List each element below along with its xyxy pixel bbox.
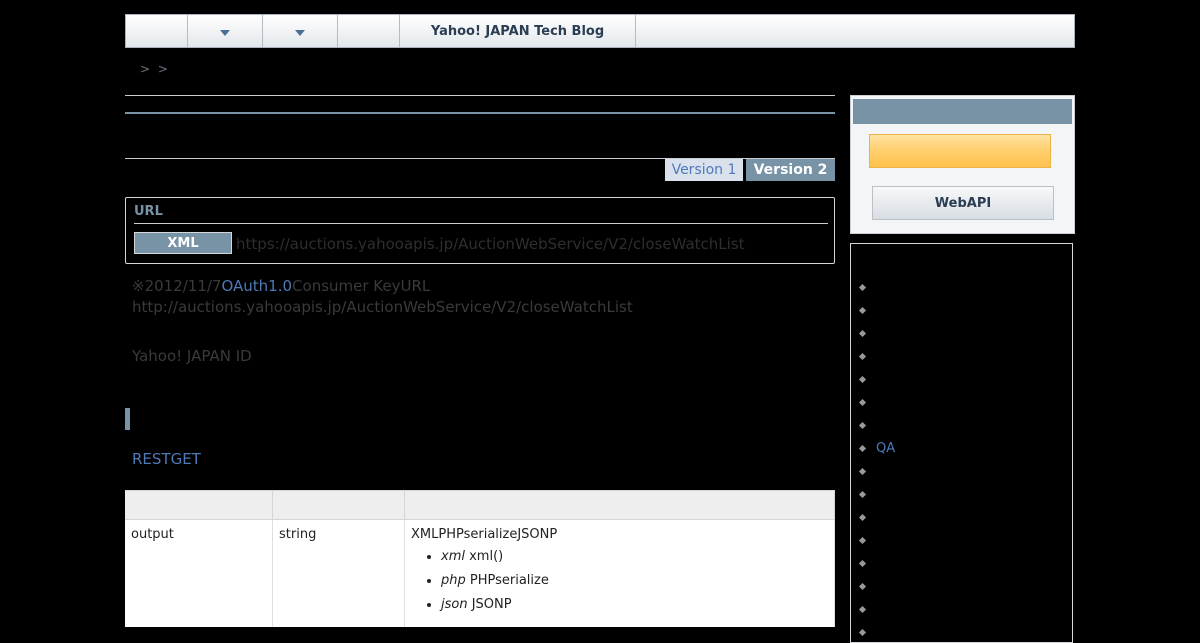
bullet-icon [858,398,867,406]
request-url: https://auctions.yahooapis.jp/AuctionWeb… [236,235,745,253]
option-key: xml [441,549,465,564]
tab-version-1[interactable]: Version 1 [665,159,743,181]
param-name: output [125,519,273,627]
bullet-icon [858,329,867,337]
sidebar-item[interactable] [858,415,876,435]
sidebar-item-qa[interactable]: QA [858,438,896,458]
table-header-cell [272,490,405,520]
yahoo-id-note: Yahoo! JAPAN ID [132,347,252,365]
sidebar-item[interactable] [858,277,876,297]
bullet-icon [858,283,867,291]
url-box-label: URL [134,204,163,219]
nav-item-tech-blog[interactable]: Yahoo! JAPAN Tech Blog [400,15,636,47]
bullet-icon [858,490,867,498]
chevron-down-icon [220,30,230,36]
page-title-underline [125,112,835,114]
list-item: json JSONP [441,596,828,613]
sidebar-item[interactable] [858,369,876,389]
nav-item-blank[interactable] [338,15,400,47]
bullet-icon [858,513,867,521]
nav-dropdown-2[interactable] [263,15,338,47]
bullet-icon [858,559,867,567]
sidebar-item[interactable] [858,576,876,596]
nav-dropdown-1[interactable] [188,15,263,47]
notice-date: ※2012/11/7 [132,277,222,295]
request-url-box: URL XML https://auctions.yahooapis.jp/Au… [125,197,835,264]
notice-text: Consumer KeyURL [292,277,431,295]
bullet-icon [858,536,867,544]
nav-item-home[interactable] [126,15,188,47]
sidebar-item[interactable] [858,346,876,366]
sidebar-item[interactable] [858,530,876,550]
bullet-icon [858,306,867,314]
section-heading-marker [125,408,130,430]
option-text: JSONP [471,597,512,612]
bullet-icon [858,582,867,590]
tab-version-2[interactable]: Version 2 [746,159,835,181]
option-key: json [441,597,468,612]
sidebar-panel: WebAPI [850,95,1075,234]
sidebar-item[interactable] [858,484,876,504]
option-text: xml() [469,549,504,564]
sidebar-item[interactable] [858,392,876,412]
sidebar-item[interactable] [858,461,876,481]
parameter-table: output string XMLPHPserializeJSONP xml x… [125,490,835,627]
top-navigation: Yahoo! JAPAN Tech Blog [125,14,1075,48]
webapi-button[interactable]: WebAPI [872,186,1054,220]
bullet-icon [858,375,867,383]
table-header-cell [404,490,835,520]
format-badge-xml: XML [134,232,232,254]
sidebar-panel-header [853,99,1072,124]
bullet-icon [858,467,867,475]
option-list: xml xml() php PHPserialize json JSONP [411,548,828,613]
oauth-link[interactable]: OAuth1.0 [221,277,292,295]
sidebar-item[interactable] [858,300,876,320]
bullet-icon [858,421,867,429]
option-key: php [441,573,466,588]
param-type: string [272,519,405,627]
option-text: PHPserialize [469,573,549,588]
sidebar-item[interactable] [858,507,876,527]
divider [134,223,828,224]
sidebar-item[interactable] [858,622,876,642]
bullet-icon [858,444,867,452]
bullet-icon [858,605,867,613]
primary-action-button[interactable] [869,134,1051,168]
sidebar-link-list: QA [850,243,1073,643]
table-header-row [125,490,835,520]
nav-site-title: Yahoo! JAPAN Tech Blog [430,23,605,39]
bullet-icon [858,352,867,360]
param-desc-text: XMLPHPserializeJSONP [411,527,558,542]
rest-get-link[interactable]: RESTGET [132,450,201,468]
sidebar-item[interactable] [858,323,876,343]
chevron-down-icon [295,30,305,36]
sidebar-item[interactable] [858,553,876,573]
table-row: output string XMLPHPserializeJSONP xml x… [125,519,835,627]
notice-line: ※2012/11/7OAuth1.0Consumer KeyURL [132,277,430,295]
sidebar-item-label: QA [876,440,896,456]
old-request-url: http://auctions.yahooapis.jp/AuctionWebS… [132,298,633,316]
list-item: xml xml() [441,548,828,565]
breadcrumb: > > [140,62,170,76]
table-header-cell [125,490,273,520]
param-description: XMLPHPserializeJSONP xml xml() php PHPse… [404,519,835,627]
divider [125,95,835,96]
list-item: php PHPserialize [441,572,828,589]
sidebar-item[interactable] [858,599,876,619]
